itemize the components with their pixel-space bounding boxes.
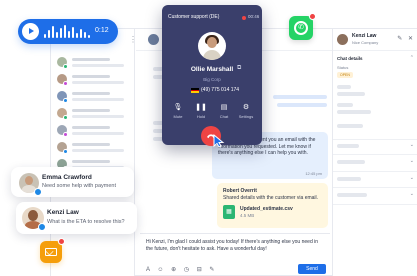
edit-icon[interactable]: ✎ ✕ [397, 35, 415, 42]
contact-details-panel: Kenzi Law Nice Company ✎ ✕ Chat details … [332, 29, 417, 276]
status-label: Status [337, 65, 349, 70]
contact-header: Kenzi Law Nice Company ✎ ✕ [333, 29, 417, 51]
settings-button[interactable]: ⚙ Settings [236, 103, 256, 121]
mute-button[interactable]: 🎙 Mute [168, 103, 188, 121]
external-link-icon[interactable]: ⧉ [237, 65, 241, 72]
support-app-screenshot: ⋮ Kenzi Law Nice Company ✎ ✕ Chat detail… [0, 0, 417, 276]
composer-text[interactable]: Hi Kenzi, I'm glad I could assist you to… [146, 239, 326, 253]
attachment-size: 4.5 MB [240, 213, 255, 218]
call-widget: Customer support (DE) 00:46 Ollie Marsha… [162, 5, 262, 146]
list-item[interactable] [55, 140, 131, 155]
notification-dot [309, 13, 316, 20]
pause-icon: ❚❚ [195, 104, 207, 111]
messenger-icon [38, 223, 46, 231]
chevron-down-icon[interactable]: ⌄ [410, 158, 414, 164]
chevron-down-icon[interactable]: ⌄ [410, 175, 414, 181]
caller-number: (49) 775 014 174 [201, 87, 240, 93]
contact-name: Emma Crawford [42, 174, 92, 181]
internal-note: Robert Overrit Shared details with the c… [217, 183, 328, 228]
caller-name: Ollie Marshall [190, 66, 234, 73]
contact-message: What is the ETA to resolve this? [47, 219, 125, 225]
call-queue-title: Customer support (DE) [168, 14, 220, 20]
contact-company: Nice Company [352, 40, 379, 45]
message-time: 12:45 pm [305, 171, 322, 176]
list-item[interactable] [55, 72, 131, 87]
contact-card[interactable]: Emma Crawford Need some help with paymen… [11, 167, 134, 197]
chevron-down-icon[interactable]: ⌄ [410, 191, 414, 197]
email-icon[interactable] [40, 238, 65, 263]
caller-avatar [198, 32, 226, 60]
avatar [148, 34, 159, 45]
note-author: Robert Overrit [223, 188, 257, 194]
voice-message[interactable]: 0:12 [18, 19, 118, 44]
messenger-icon [34, 188, 42, 196]
audio-waveform [44, 25, 90, 38]
section-title: Chat details [337, 56, 363, 61]
chat-icon: ▤ [220, 104, 228, 111]
mouse-cursor-icon [213, 134, 225, 148]
hold-button[interactable]: ❚❚ Hold [191, 103, 211, 121]
status-badge[interactable]: OPEN [337, 72, 353, 78]
gear-icon: ⚙ [242, 104, 250, 111]
chat-button[interactable]: ▤ Chat [214, 103, 234, 121]
contact-name: Kenzi Law [352, 33, 377, 39]
spreadsheet-file-icon[interactable]: ▦ [223, 205, 235, 219]
play-icon[interactable] [22, 23, 39, 40]
send-button[interactable]: Send [298, 264, 326, 274]
contact-card[interactable]: Kenzi Law What is the ETA to resolve thi… [16, 202, 137, 234]
chevron-down-icon[interactable]: ⌄ [410, 142, 414, 148]
list-item[interactable] [55, 55, 131, 70]
voice-duration: 0:12 [95, 27, 109, 34]
note-text: Shared details with the customer via ema… [223, 195, 319, 201]
recording-indicator [242, 16, 246, 20]
attachment-name[interactable]: Updated_estimate.csv [240, 206, 293, 212]
germany-flag-icon [191, 88, 199, 93]
caller-company: Big Corp [203, 77, 221, 82]
call-timer: 00:46 [248, 14, 260, 19]
formatting-toolbar[interactable]: A ☺ ⊕ ◷ ⊟ ✎ [146, 266, 217, 273]
whatsapp-icon[interactable]: ✆ [289, 13, 316, 40]
list-item[interactable] [55, 123, 131, 138]
chevron-up-icon[interactable]: ⌃ [410, 55, 414, 61]
list-item[interactable] [55, 106, 131, 121]
mic-off-icon: 🎙 [173, 104, 183, 111]
notification-dot [58, 238, 65, 245]
contact-message: Need some help with payment [42, 183, 116, 189]
avatar [337, 34, 348, 45]
list-item[interactable] [55, 89, 131, 104]
contact-name: Kenzi Law [47, 209, 79, 216]
